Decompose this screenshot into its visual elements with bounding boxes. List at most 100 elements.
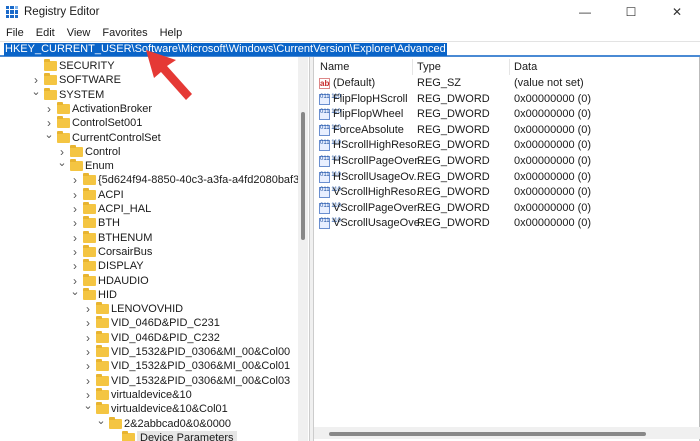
chevron-right-icon[interactable]: › (70, 216, 80, 230)
tree-item[interactable]: ⌄ virtualdevice&10&Col01 (0, 399, 300, 416)
tree-item[interactable]: ⌄ 2&2abbcad0&0&0000 (0, 414, 300, 431)
tree-item-label: SYSTEM (59, 88, 105, 101)
tree-item-label: ACPI_HAL (98, 203, 152, 215)
tree-item[interactable]: ⌄ CurrentControlSet (0, 128, 300, 145)
binary-value-icon: 011 110 (319, 109, 341, 121)
value-row[interactable]: 011 110 HScrollHighReso... REG_DWORD 0x0000… (314, 138, 694, 154)
chevron-right-icon[interactable]: › (83, 302, 93, 316)
column-header-type[interactable]: Type (417, 59, 441, 75)
column-divider[interactable] (412, 59, 413, 75)
tree-item[interactable]: ⌄ HID (0, 285, 300, 302)
tree-vertical-scrollbar[interactable] (298, 57, 308, 441)
tree-item[interactable]: › CorsairBus (0, 244, 300, 259)
scrollbar-thumb[interactable] (329, 432, 646, 436)
chevron-right-icon[interactable]: › (83, 359, 93, 373)
tree-item-label: HID (98, 288, 117, 301)
tree-item[interactable]: › DISPLAY (0, 259, 300, 273)
value-name: (Default) (333, 77, 376, 89)
tree-item[interactable]: › ACPI (0, 187, 300, 202)
address-bar[interactable]: HKEY_CURRENT_USER\Software\Microsoft\Win… (0, 41, 700, 57)
chevron-right-icon[interactable]: › (44, 102, 54, 116)
value-row[interactable]: 011 110 FlipFlopHScroll REG_DWORD 0x0000000… (314, 92, 694, 108)
tree-item-label: CorsairBus (98, 245, 153, 258)
tree-item-label: virtualdevice&10&Col01 (111, 403, 228, 416)
tree-item[interactable]: › VID_1532&PID_0306&MI_00&Col00 (0, 345, 300, 359)
menu-view[interactable]: View (61, 25, 97, 41)
value-row[interactable]: 011 110 FlipFlopWheel REG_DWORD 0x00000000 … (314, 107, 694, 123)
minimize-button[interactable]: — (562, 0, 608, 24)
chevron-right-icon[interactable]: › (83, 316, 93, 330)
tree-item[interactable]: › virtualdevice&10 (0, 387, 300, 402)
binary-value-icon: 011 110 (319, 171, 341, 183)
value-name: HScrollHighReso... (333, 139, 426, 152)
menu-bar: File Edit View Favorites Help (0, 25, 188, 41)
chevron-down-icon[interactable]: ⌄ (31, 85, 41, 99)
chevron-right-icon[interactable]: › (83, 331, 93, 345)
menu-help[interactable]: Help (154, 25, 189, 41)
tree-item[interactable]: › VID_046D&PID_C232 (0, 330, 300, 345)
value-name: FlipFlopHScroll (333, 92, 408, 105)
tree-item-label: VID_1532&PID_0306&MI_00&Col00 (111, 346, 291, 358)
value-row[interactable]: 011 110 VScrollHighReso... REG_DWORD 0x0000… (314, 185, 694, 201)
tree-item[interactable]: › {5d624f94-8850-40c3-a3fa-a4fd2080baf3} (0, 173, 303, 187)
close-button[interactable]: ✕ (654, 0, 700, 24)
tree-item[interactable]: › ACPI_HAL (0, 202, 300, 216)
value-row[interactable]: ab (Default) REG_SZ (value not set) (314, 76, 694, 92)
chevron-down-icon[interactable]: ⌄ (57, 156, 67, 170)
chevron-right-icon[interactable]: › (70, 188, 80, 202)
chevron-down-icon[interactable]: ⌄ (44, 128, 54, 142)
tree-item[interactable]: › ActivationBroker (0, 101, 300, 116)
menu-favorites[interactable]: Favorites (96, 25, 153, 41)
tree-item[interactable]: › VID_1532&PID_0306&MI_00&Col03 (0, 373, 300, 388)
tree-item-label: 2&2abbcad0&0&0000 (124, 417, 232, 430)
values-horizontal-scrollbar[interactable] (314, 427, 700, 439)
maximize-button[interactable]: ☐ (608, 0, 654, 24)
value-name: ForceAbsolute (333, 123, 404, 136)
column-divider[interactable] (509, 59, 510, 75)
tree-item[interactable]: › Control (0, 144, 300, 159)
binary-value-icon: 011 110 (319, 187, 341, 199)
tree-item[interactable]: › SOFTWARE (0, 73, 300, 87)
column-header-name[interactable]: Name (320, 59, 349, 75)
address-text[interactable]: HKEY_CURRENT_USER\Software\Microsoft\Win… (4, 43, 447, 56)
value-row[interactable]: 011 110 HScrollPageOver... REG_DWORD 0x0000… (314, 154, 694, 170)
chevron-down-icon[interactable]: ⌄ (70, 285, 80, 299)
tree-item-label: virtualdevice&10 (111, 388, 192, 401)
menu-file[interactable]: File (0, 25, 30, 41)
tree-item[interactable]: › VID_1532&PID_0306&MI_00&Col01 (0, 359, 300, 373)
chevron-right-icon[interactable]: › (83, 345, 93, 359)
chevron-right-icon[interactable]: › (70, 259, 80, 273)
value-row[interactable]: 011 110 VScrollUsageOve... REG_DWORD 0x0000… (314, 216, 694, 232)
folder-icon (83, 259, 96, 272)
chevron-right-icon[interactable]: › (83, 374, 93, 388)
tree-item[interactable]: Device Parameters (0, 430, 300, 441)
chevron-down-icon[interactable]: ⌄ (83, 399, 93, 413)
tree-item[interactable]: › LENOVOVHID (0, 302, 300, 316)
value-row[interactable]: 011 110 HScrollUsageOv... REG_DWORD 0x00000… (314, 170, 694, 186)
folder-icon (70, 159, 83, 172)
tree-item[interactable]: › VID_046D&PID_C231 (0, 316, 300, 330)
chevron-right-icon[interactable]: › (70, 202, 80, 216)
chevron-down-icon[interactable]: ⌄ (96, 414, 106, 428)
tree-item[interactable]: ⌄ SYSTEM (0, 85, 300, 102)
folder-icon (57, 116, 70, 129)
binary-value-icon: 011 110 (319, 202, 341, 214)
value-row[interactable]: 011 110 ForceAbsolute REG_DWORD 0x00000000 … (314, 123, 694, 139)
tree-item[interactable]: › BTH (0, 216, 300, 230)
folder-icon (96, 359, 109, 372)
tree-item-label: ACPI (98, 188, 124, 201)
folder-icon (96, 373, 109, 386)
scrollbar-thumb[interactable] (301, 112, 305, 240)
chevron-right-icon[interactable]: › (70, 173, 80, 187)
tree-item[interactable]: ⌄ Enum (0, 156, 300, 173)
value-row[interactable]: 011 110 VScrollPageOver... REG_DWORD 0x0000… (314, 201, 694, 217)
tree-item[interactable]: › HDAUDIO (0, 273, 300, 288)
value-type: REG_DWORD (417, 186, 490, 199)
chevron-right-icon[interactable]: › (70, 231, 80, 245)
menu-edit[interactable]: Edit (30, 25, 61, 41)
tree-item[interactable]: › BTHENUM (0, 230, 300, 245)
column-header-data[interactable]: Data (514, 59, 537, 75)
tree-item[interactable]: SECURITY (0, 59, 300, 73)
chevron-right-icon[interactable]: › (70, 245, 80, 259)
binary-value-icon: 011 110 (319, 218, 341, 230)
